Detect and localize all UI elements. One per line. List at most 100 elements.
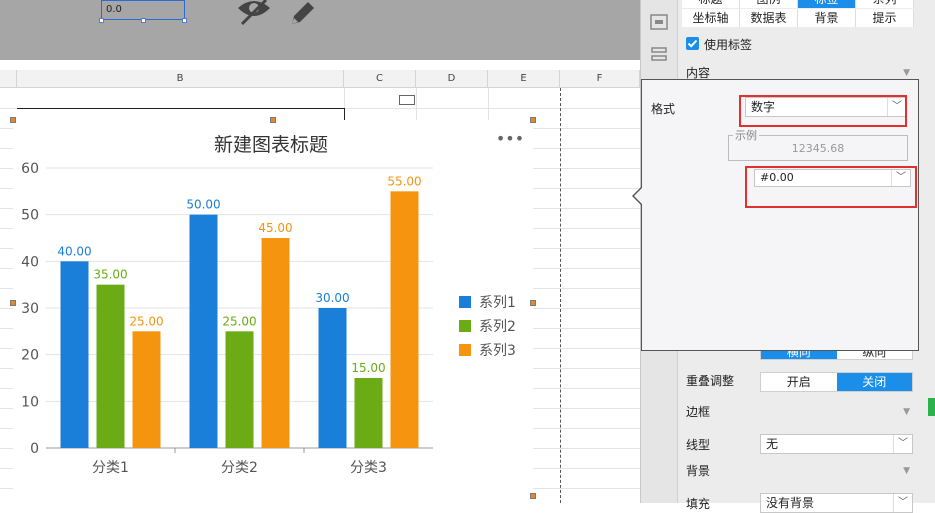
overlap-toggle[interactable]: 开启 关闭 [760,372,913,392]
fill-select[interactable]: 没有背景 ﹀ [760,493,913,513]
selected-textbox[interactable]: 0.0 [101,0,185,20]
eye-off-icon[interactable] [236,0,272,26]
y-tick-label: 40 [21,254,39,270]
page-break-line [560,88,561,503]
chart-resize-handle[interactable] [530,300,536,306]
collapse-caret-icon: ▼ [903,466,910,476]
bar [261,238,290,448]
tab-row-second: 坐标轴 数据表 背景 提示 [682,9,914,27]
section-content-label: 内容 [686,66,711,80]
overlap-option-off[interactable]: 关闭 [836,373,912,391]
column-header-f[interactable]: F [560,70,640,88]
floating-element-icon[interactable] [399,95,415,105]
data-label: 55.00 [387,174,421,188]
bar [354,378,383,448]
bar [318,308,347,448]
y-tick-label: 50 [21,208,39,224]
tab-background[interactable]: 背景 [798,9,856,27]
cell-border [17,108,344,109]
chart-resize-handle[interactable] [530,117,536,123]
format-label: 格式 [651,102,676,116]
column-header-d[interactable]: D [416,70,488,88]
section-border[interactable]: 边框 ▼ [682,401,914,423]
example-value: 12345.68 [791,142,845,155]
legend-swatch [459,344,471,356]
section-border-label: 边框 [686,405,711,419]
row-header-corner [0,70,17,88]
x-tick-label: 分类1 [92,460,129,476]
tab-label[interactable]: 标签 [798,0,856,8]
x-tick-label: 分类3 [350,460,387,476]
overlap-option-on[interactable]: 开启 [761,373,837,391]
tab-axis[interactable]: 坐标轴 [682,9,740,27]
column-header-e[interactable]: E [488,70,560,88]
resize-handle[interactable] [99,18,104,23]
fill-value: 没有背景 [766,496,815,510]
layers-icon[interactable] [650,46,668,62]
popup-pointer-inner [634,187,643,205]
tab-title[interactable]: 标题 [682,0,740,8]
overlap-label: 重叠调整 [686,374,735,388]
chart-resize-handle[interactable] [10,300,16,306]
x-tick-label: 分类2 [221,460,258,476]
line-type-label: 线型 [686,438,711,452]
bar [96,284,125,448]
line-type-value: 无 [766,437,779,451]
section-background[interactable]: 背景 ▼ [682,460,914,482]
resize-handle[interactable] [141,18,146,23]
data-label: 15.00 [351,361,385,375]
tab-row-top: 标题 图例 标签 系列 [682,0,914,8]
tab-series[interactable]: 系列 [856,0,914,8]
section-background-label: 背景 [686,464,711,478]
column-header-b[interactable]: B [17,70,344,88]
edge-marker [928,398,935,416]
use-label-checkbox[interactable] [686,37,699,50]
chart-resize-handle[interactable] [10,117,16,123]
line-type-select[interactable]: 无 ﹀ [760,434,913,454]
checkmark-icon [687,39,698,48]
data-label: 25.00 [222,314,256,328]
bar [189,214,218,448]
bar [132,331,161,448]
tab-legend[interactable]: 图例 [740,0,798,8]
example-box: 示例 12345.68 [728,127,908,161]
data-label: 40.00 [57,244,91,258]
legend-label: 系列2 [479,319,516,335]
chart-resize-handle[interactable] [270,117,276,123]
data-label: 25.00 [129,314,163,328]
column-header-c[interactable]: C [344,70,416,88]
fill-label: 填充 [686,497,711,511]
y-tick-label: 30 [21,301,39,317]
y-tick-label: 60 [21,161,39,177]
ellipsis-icon: ••• [496,129,524,148]
legend-swatch [459,296,471,308]
highlight-box [739,95,907,127]
pencil-icon[interactable] [288,0,318,26]
bar [60,261,89,448]
format-popup: 格式 数字 ﹀ 示例 12345.68 #0.00 ﹀ [641,79,919,351]
y-tick-label: 10 [21,394,39,410]
highlight-box [745,166,917,208]
legend-label: 系列3 [479,343,516,359]
use-label-text: 使用标签 [704,38,753,52]
tab-tooltip[interactable]: 提示 [856,9,914,27]
collapse-caret-icon: ▼ [903,407,910,417]
chart-resize-handle[interactable] [530,493,536,499]
legend-label: 系列1 [479,295,516,311]
data-label: 45.00 [258,221,292,235]
top-toolbar: 0.0 [0,0,640,60]
tab-datasheet[interactable]: 数据表 [740,9,798,27]
data-label: 35.00 [93,268,127,282]
legend-swatch [459,320,471,332]
chart-title: 新建图表标题 [214,134,328,156]
bar-chart-svg[interactable]: 新建图表标题 ••• 0 10 20 30 40 50 60 40.0035.00 25.00 分类1… [13,120,533,503]
resize-handle[interactable] [182,18,187,23]
chart[interactable]: 新建图表标题 ••• 0 10 20 30 40 50 60 40.00 35.00 25.00 分类1… [13,120,533,503]
example-legend: 示例 [733,127,759,143]
y-tick-label: 20 [21,348,39,364]
widget-icon[interactable] [650,14,668,30]
data-label: 30.00 [315,291,349,305]
bar [390,191,419,448]
chevron-down-icon: ﹀ [893,494,912,512]
data-label: 50.00 [186,198,220,212]
